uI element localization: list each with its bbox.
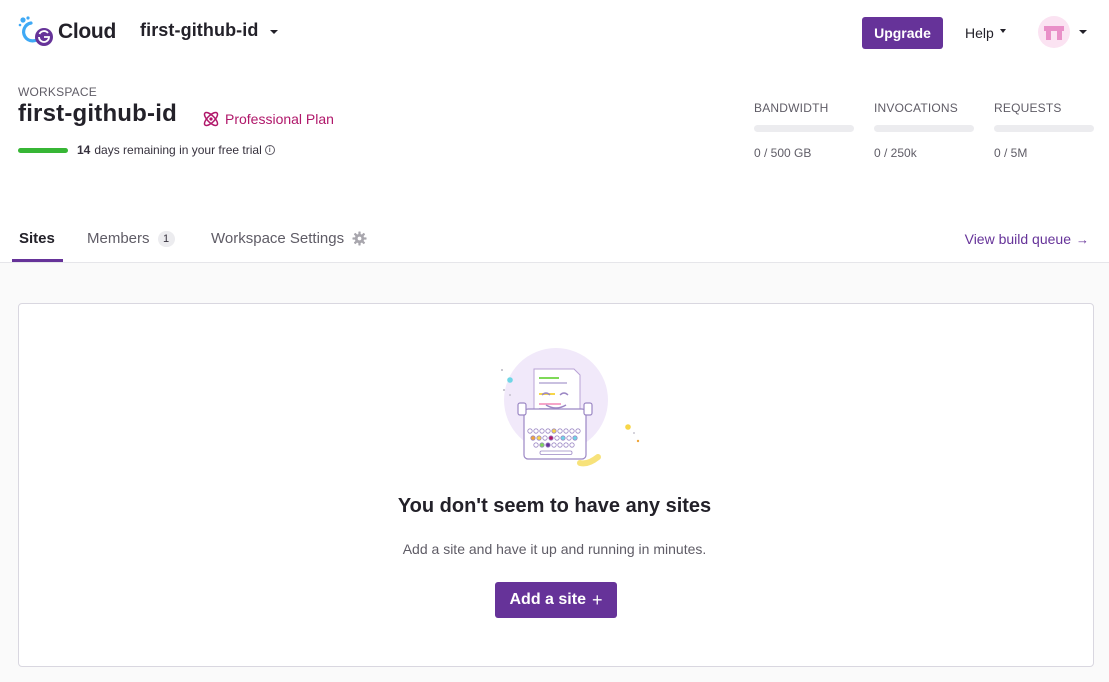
metric-value: 0 / 500 GB (754, 146, 812, 160)
trial-text: days remaining in your free trial (94, 143, 262, 157)
trial-progress-bar (18, 147, 68, 153)
metric-usage-bar (754, 125, 854, 132)
tab-workspace-settings[interactable]: Workspace Settings (211, 230, 367, 247)
arrow-right-icon: → (1076, 231, 1089, 247)
workspace-label: WORKSPACE (18, 85, 97, 99)
tab-label: Workspace Settings (211, 230, 345, 247)
workspace-switcher-name: first-github-id (140, 20, 259, 40)
metric-bandwidth: BANDWIDTH 0 / 500 GB (754, 101, 854, 160)
gear-icon (352, 231, 367, 246)
top-header: Cloud first-github-id Upgrade Help (0, 0, 1109, 66)
tab-members[interactable]: Members 1 (87, 230, 175, 247)
plan-label: Professional Plan (225, 111, 334, 127)
metric-requests: REQUESTS 0 / 5M (994, 101, 1094, 160)
empty-state-description: Add a site and have it up and running in… (402, 541, 707, 557)
view-build-queue-link[interactable]: View build queue → (965, 231, 1089, 247)
metric-label: REQUESTS (994, 101, 1062, 115)
metric-usage-bar (874, 125, 974, 132)
upgrade-button[interactable]: Upgrade (862, 17, 943, 49)
plus-icon: + (591, 589, 603, 610)
build-queue-label: View build queue (964, 231, 1071, 247)
typewriter-illustration (501, 348, 640, 467)
atom-icon (203, 111, 219, 127)
trial-days: 14 (77, 143, 91, 157)
members-count-badge: 1 (157, 230, 175, 247)
metric-value: 0 / 5M (994, 146, 1028, 160)
tab-label: Members (87, 230, 150, 247)
avatar (1038, 16, 1070, 48)
help-menu[interactable]: Help (965, 25, 1006, 41)
trial-status: 14 days remaining in your free trial i (18, 143, 275, 157)
tab-sites[interactable]: Sites (19, 230, 55, 247)
add-site-label: Add a site (509, 591, 586, 608)
plan-badge[interactable]: Professional Plan (201, 109, 334, 129)
metric-label: INVOCATIONS (874, 101, 958, 115)
empty-state-title: You don't seem to have any sites (397, 495, 712, 517)
metric-usage-bar (994, 125, 1094, 132)
help-label: Help (965, 25, 994, 41)
gatsby-cloud-logo-icon (18, 16, 53, 46)
logo-text: Cloud (58, 20, 116, 43)
metric-label: BANDWIDTH (754, 101, 829, 115)
workspace-switcher[interactable]: first-github-id (140, 20, 279, 41)
gatsby-cloud-logo[interactable]: Cloud (17, 15, 116, 49)
info-icon[interactable]: i (264, 145, 275, 155)
metric-value: 0 / 250k (874, 146, 917, 160)
chevron-down-icon (1079, 30, 1087, 34)
page-title: first-github-id (18, 100, 177, 127)
add-site-button[interactable]: Add a site + (495, 582, 617, 618)
chevron-down-icon (270, 29, 279, 34)
user-menu[interactable] (1038, 16, 1087, 48)
active-tab-indicator (12, 259, 63, 262)
metric-invocations: INVOCATIONS 0 / 250k (874, 101, 974, 160)
workspace-tabs: Sites Members 1 Workspace Settings View … (0, 213, 1109, 263)
chevron-down-icon (999, 29, 1006, 33)
tab-label: Sites (19, 230, 55, 247)
